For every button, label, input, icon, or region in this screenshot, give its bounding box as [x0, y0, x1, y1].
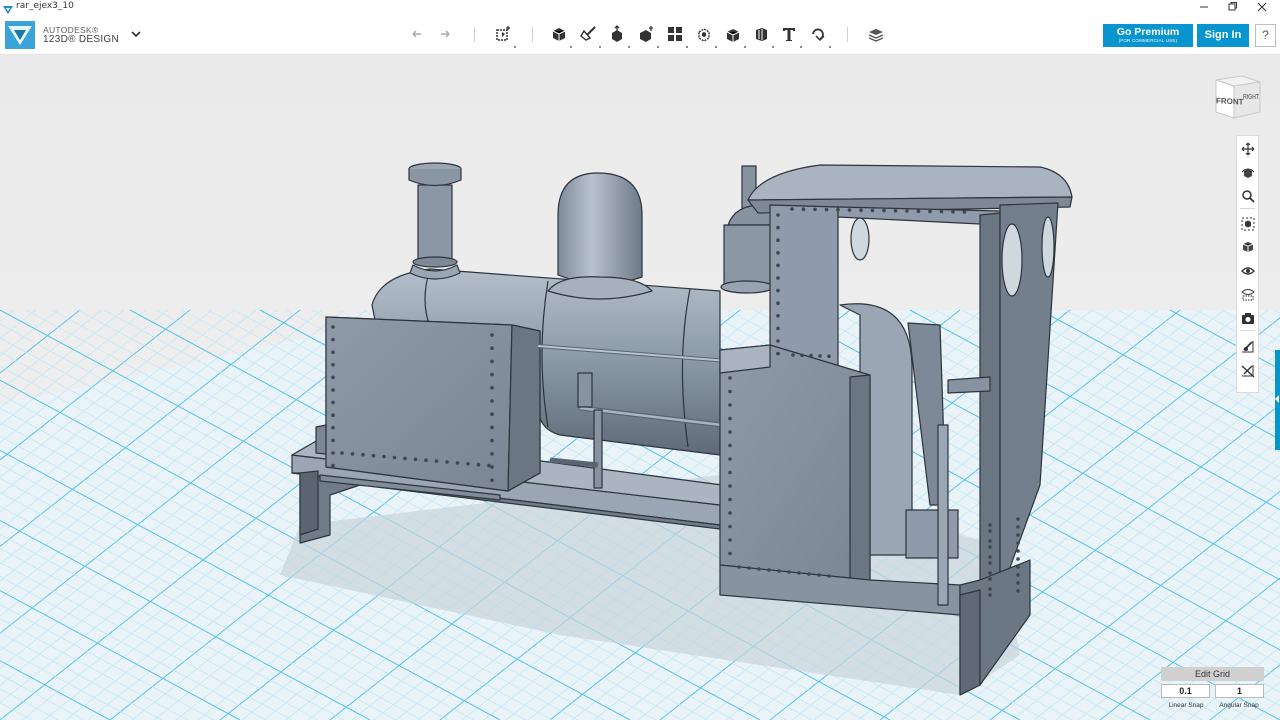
transform-icon[interactable]: [491, 22, 516, 48]
primitives-icon[interactable]: [547, 22, 572, 48]
construct-icon[interactable]: [605, 22, 630, 48]
go-premium-button[interactable]: Go Premium (FOR COMMERCIAL USE): [1103, 24, 1193, 47]
view-icon[interactable]: [1237, 236, 1258, 257]
linear-snap-input[interactable]: 0.1: [1161, 684, 1210, 698]
close-button[interactable]: [1248, 0, 1276, 14]
premium-label: Go Premium: [1116, 26, 1180, 38]
maximize-button[interactable]: [1218, 0, 1246, 14]
logo-icon: [5, 21, 35, 49]
grid-off-icon[interactable]: [1237, 360, 1258, 381]
sign-in-button[interactable]: Sign In: [1197, 24, 1249, 47]
nav-separator: [1240, 330, 1255, 331]
title-bar: rar_ejex3_10: [0, 0, 1280, 14]
orbit-icon[interactable]: [1237, 162, 1258, 183]
camera-icon[interactable]: [1237, 307, 1258, 328]
materials-icon[interactable]: [864, 22, 888, 46]
toolbar-separator: [847, 27, 848, 42]
pan-icon[interactable]: [1237, 138, 1258, 159]
group-icon[interactable]: [692, 22, 717, 48]
toolbar-separator: [474, 27, 475, 42]
viewcube-right-label[interactable]: RIGHT: [1243, 94, 1260, 101]
brand-line2: 123D® DESIGN: [43, 34, 119, 45]
toolbar-separator: [532, 27, 533, 42]
snap-icon[interactable]: [806, 22, 831, 48]
undo-icon[interactable]: [405, 22, 429, 46]
help-button[interactable]: ?: [1255, 24, 1276, 47]
angular-snap-input[interactable]: 1: [1215, 684, 1264, 698]
zoom-icon[interactable]: [1237, 185, 1258, 206]
modify-icon[interactable]: [634, 22, 659, 48]
main-toolbar: AUTODESK® 123D® DESIGN Go Premium (FOR C…: [0, 14, 1280, 55]
premium-sublabel: (FOR COMMERCIAL USE): [1118, 38, 1178, 43]
nav-separator: [1240, 208, 1255, 209]
grid-panel: Edit Grid 0.1 1 Linear Snap Angular Snap: [1160, 666, 1265, 716]
panel-toggle-tab[interactable]: [1275, 350, 1280, 450]
text-icon[interactable]: [777, 22, 802, 48]
angular-snap-label: Angular Snap: [1219, 702, 1259, 709]
app-logo[interactable]: AUTODESK® 123D® DESIGN: [5, 21, 119, 49]
materials-view-icon[interactable]: [1237, 283, 1258, 304]
minimize-button[interactable]: [1190, 0, 1218, 14]
chevron-down-icon[interactable]: [130, 27, 142, 45]
linear-snap-label: Linear Snap: [1168, 702, 1204, 709]
edit-grid-button[interactable]: Edit Grid: [1161, 667, 1264, 681]
eye-icon[interactable]: [1237, 260, 1258, 281]
pattern-icon[interactable]: [663, 22, 688, 48]
viewcube[interactable]: FRONT RIGHT: [1212, 72, 1264, 124]
viewcube-front-label[interactable]: FRONT: [1216, 96, 1244, 106]
measure-icon[interactable]: [749, 22, 774, 48]
sketch-icon[interactable]: [576, 22, 601, 48]
fit-icon[interactable]: [1237, 213, 1258, 234]
scene: [0, 162, 1280, 720]
redo-icon[interactable]: [433, 22, 457, 46]
grid-snap-icon[interactable]: [1237, 336, 1258, 357]
3d-viewport[interactable]: FRONT RIGHT Edit Grid 0.1 1 Linear Snap …: [0, 55, 1280, 720]
window-title: rar_ejex3_10: [16, 1, 74, 11]
combine-icon[interactable]: [721, 22, 746, 48]
navigation-bar: [1236, 135, 1259, 393]
